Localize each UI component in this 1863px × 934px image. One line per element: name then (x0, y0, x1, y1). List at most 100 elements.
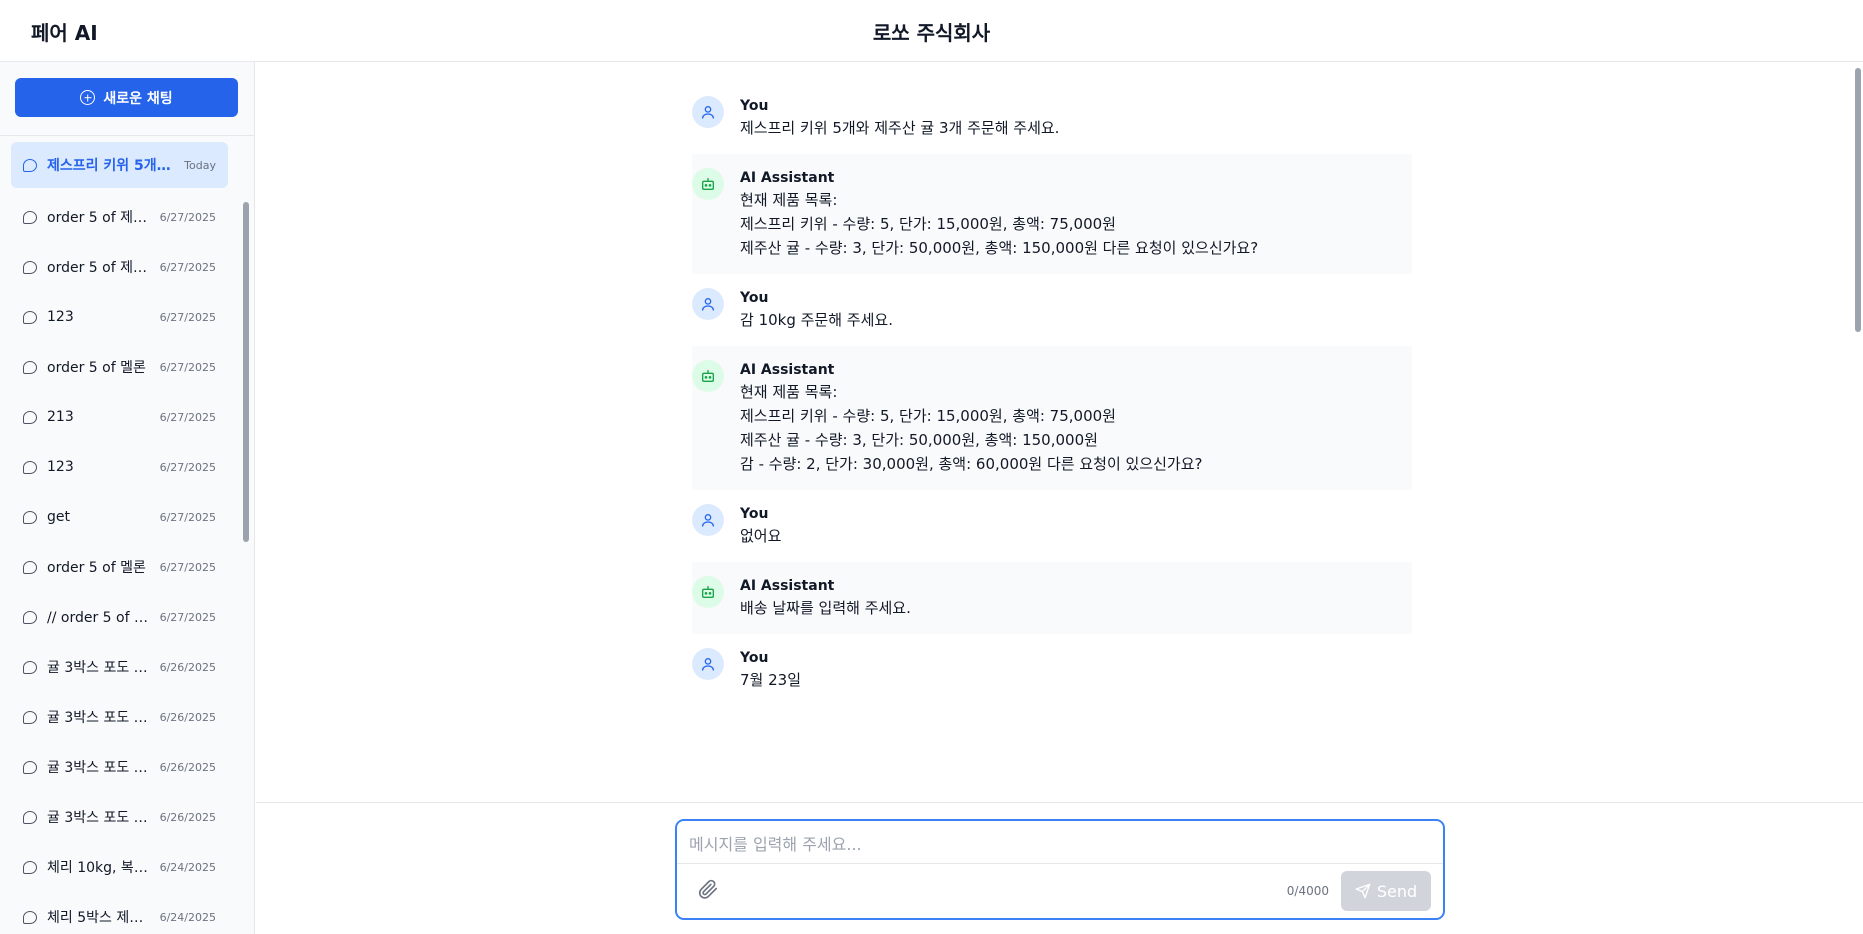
conversation-title: 123 (47, 309, 74, 325)
conversation-item[interactable]: order 5 of 제스프리 키위 6/27/2025 (11, 192, 228, 242)
conversation-item[interactable]: 213 6/27/2025 (11, 392, 228, 442)
conversation-date: 6/27/2025 (159, 360, 216, 374)
conversation-item[interactable]: get 6/27/2025 (11, 492, 228, 542)
assistant-message: AI Assistant 현재 제품 목록: 제스프리 키위 - 수량: 5, 단가… (692, 154, 1412, 274)
conversation-item[interactable]: 귤 3박스 포도 2박스 6/26/2025 (11, 642, 228, 692)
conversation-date: 6/27/2025 (159, 460, 216, 474)
conversation-item[interactable]: // order 5 of 멜론 6/27/2025 (11, 592, 228, 642)
assistant-message: AI Assistant 배송 날짜를 입력해 주세요. (692, 562, 1412, 634)
conversation-item[interactable]: 체리 5박스 제주산 귤 6/24/2025 (11, 892, 228, 934)
avatar (692, 168, 724, 200)
chat-bubble-icon (23, 360, 37, 374)
chat-bubble-icon (23, 460, 37, 474)
conversation-title: 123 (47, 459, 74, 475)
conversation-title: order 5 of 제스프리 키위 (47, 210, 150, 226)
conversation-item[interactable]: 귤 3박스 포도 2박스 6/26/2025 (11, 742, 228, 792)
message-sender: You (740, 650, 769, 666)
character-counter: 0/4000 (1286, 884, 1329, 898)
send-button[interactable]: Send (1341, 871, 1431, 911)
conversation-date: Today (184, 158, 216, 172)
message-sender: AI Assistant (740, 170, 835, 186)
conversation-date: 6/26/2025 (159, 810, 216, 824)
message-line: 제스프리 키위 - 수량: 5, 단가: 15,000원, 총액: 75,000… (740, 407, 1116, 425)
bot-icon (702, 586, 714, 598)
chat-scrollbar[interactable] (1855, 68, 1861, 332)
conversation-item[interactable]: 123 6/27/2025 (11, 442, 228, 492)
avatar (692, 288, 724, 320)
conversation-title: 213 (47, 409, 74, 425)
chat-bubble-icon (23, 510, 37, 524)
assistant-message: AI Assistant 현재 제품 목록: 제스프리 키위 - 수량: 5, 단가… (692, 346, 1412, 490)
new-chat-label: 새로운 채팅 (103, 90, 173, 107)
avatar (692, 96, 724, 128)
conversation-date: 6/26/2025 (159, 660, 216, 674)
user-icon (702, 514, 714, 527)
conversation-date: 6/27/2025 (159, 310, 216, 324)
conversation-item[interactable]: 제스프리 키위 5개와 제주산 귤 3개 주문해 주세요. Today (11, 142, 228, 188)
user-message: You 제스프리 키위 5개와 제주산 귤 3개 주문해 주세요. (692, 82, 1412, 154)
conversation-date: 6/27/2025 (159, 560, 216, 574)
conversation-item[interactable]: 123 6/27/2025 (11, 292, 228, 342)
conversation-list: 제스프리 키위 5개와 제주산 귤 3개 주문해 주세요. Today order … (11, 142, 228, 934)
conversation-date: 6/24/2025 (159, 860, 216, 874)
conversation-title: 귤 3박스 포도 2박스 (47, 660, 150, 676)
message-line: 제주산 귤 - 수량: 3, 단가: 50,000원, 총액: 150,000원… (740, 239, 1259, 257)
user-icon (702, 106, 714, 119)
sidebar-scrollbar[interactable] (243, 202, 249, 542)
conversation-date: 6/27/2025 (159, 510, 216, 524)
conversation-item[interactable]: 체리 10kg, 복숭아 5kg 6/24/2025 (11, 842, 228, 892)
message-body: You 제스프리 키위 5개와 제주산 귤 3개 주문해 주세요. (740, 96, 1412, 140)
conversation-date: 6/27/2025 (159, 260, 216, 274)
conversation-item[interactable]: 귤 3박스 포도 2박스 6/26/2025 (11, 692, 228, 742)
conversation-item[interactable]: order 5 of 멜론 6/27/2025 (11, 542, 228, 592)
message-line: 없어요 (740, 527, 782, 545)
message-input[interactable]: 메시지를 입력해 주세요... (689, 831, 1431, 855)
conversation-title: 귤 3박스 포도 2박스 (47, 810, 150, 826)
chat-bubble-icon (23, 810, 37, 824)
new-chat-button[interactable]: 새로운 채팅 (15, 78, 238, 117)
conversation-item[interactable]: 귤 3박스 포도 2박스 6/26/2025 (11, 792, 228, 842)
message-line: 제스프리 키위 - 수량: 5, 단가: 15,000원, 총액: 75,000… (740, 215, 1116, 233)
attach-button[interactable] (697, 878, 719, 900)
send-label: Send (1376, 881, 1418, 901)
conversation-item[interactable]: order 5 of 멜론 6/27/2025 (11, 342, 228, 392)
message-line: 현재 제품 목록: (740, 383, 838, 401)
top-bar: 페어 AI 로쏘 주식회사 (0, 0, 1863, 62)
message-line: 감 10kg 주문해 주세요. (740, 311, 893, 329)
chat-main: You 제스프리 키위 5개와 제주산 귤 3개 주문해 주세요. AI Assis… (256, 62, 1863, 802)
bot-icon (702, 370, 714, 382)
conversation-date: 6/27/2025 (159, 610, 216, 624)
message-line: 제주산 귤 - 수량: 3, 단가: 50,000원, 총액: 150,000원 (740, 431, 1098, 449)
avatar (692, 648, 724, 680)
conversation-title: // order 5 of 멜론 (47, 610, 150, 626)
sidebar-top: 새로운 채팅 (0, 62, 254, 136)
chat-bubble-icon (23, 210, 37, 224)
avatar (692, 360, 724, 392)
chat-bubble-icon (23, 710, 37, 724)
message-body: AI Assistant 현재 제품 목록: 제스프리 키위 - 수량: 5, 단가… (740, 360, 1412, 476)
message-body: You 없어요 (740, 504, 1412, 548)
conversation-item[interactable]: order 5 of 제스프리 키위 6/27/2025 (11, 242, 228, 292)
chat-bubble-icon (23, 410, 37, 424)
message-line: 감 - 수량: 2, 단가: 30,000원, 총액: 60,000원 다른 요… (740, 455, 1203, 473)
message-body: AI Assistant 배송 날짜를 입력해 주세요. (740, 576, 1412, 620)
message-body: AI Assistant 현재 제품 목록: 제스프리 키위 - 수량: 5, 단가… (740, 168, 1412, 260)
message-line: 7월 23일 (740, 671, 801, 689)
conversation-title: order 5 of 멜론 (47, 560, 146, 576)
chat-bubble-icon (23, 760, 37, 774)
send-icon (1355, 883, 1371, 899)
chat-bubble-icon (23, 660, 37, 674)
conversation-title: get (47, 509, 70, 525)
conversation-date: 6/26/2025 (159, 710, 216, 724)
paperclip-icon (698, 879, 718, 899)
user-message: You 7월 23일 (692, 634, 1412, 706)
user-icon (702, 658, 714, 671)
chat-bubble-icon (23, 610, 37, 624)
chat-bubble-icon (23, 260, 37, 274)
conversation-title: order 5 of 멜론 (47, 360, 146, 376)
chat-bubble-icon (23, 158, 37, 172)
conversation-date: 6/26/2025 (159, 760, 216, 774)
avatar (692, 504, 724, 536)
message-body: You 7월 23일 (740, 648, 1412, 692)
conversation-title: 제스프리 키위 5개와 제주산 귤 3개 주문해 주세요. (47, 158, 174, 174)
